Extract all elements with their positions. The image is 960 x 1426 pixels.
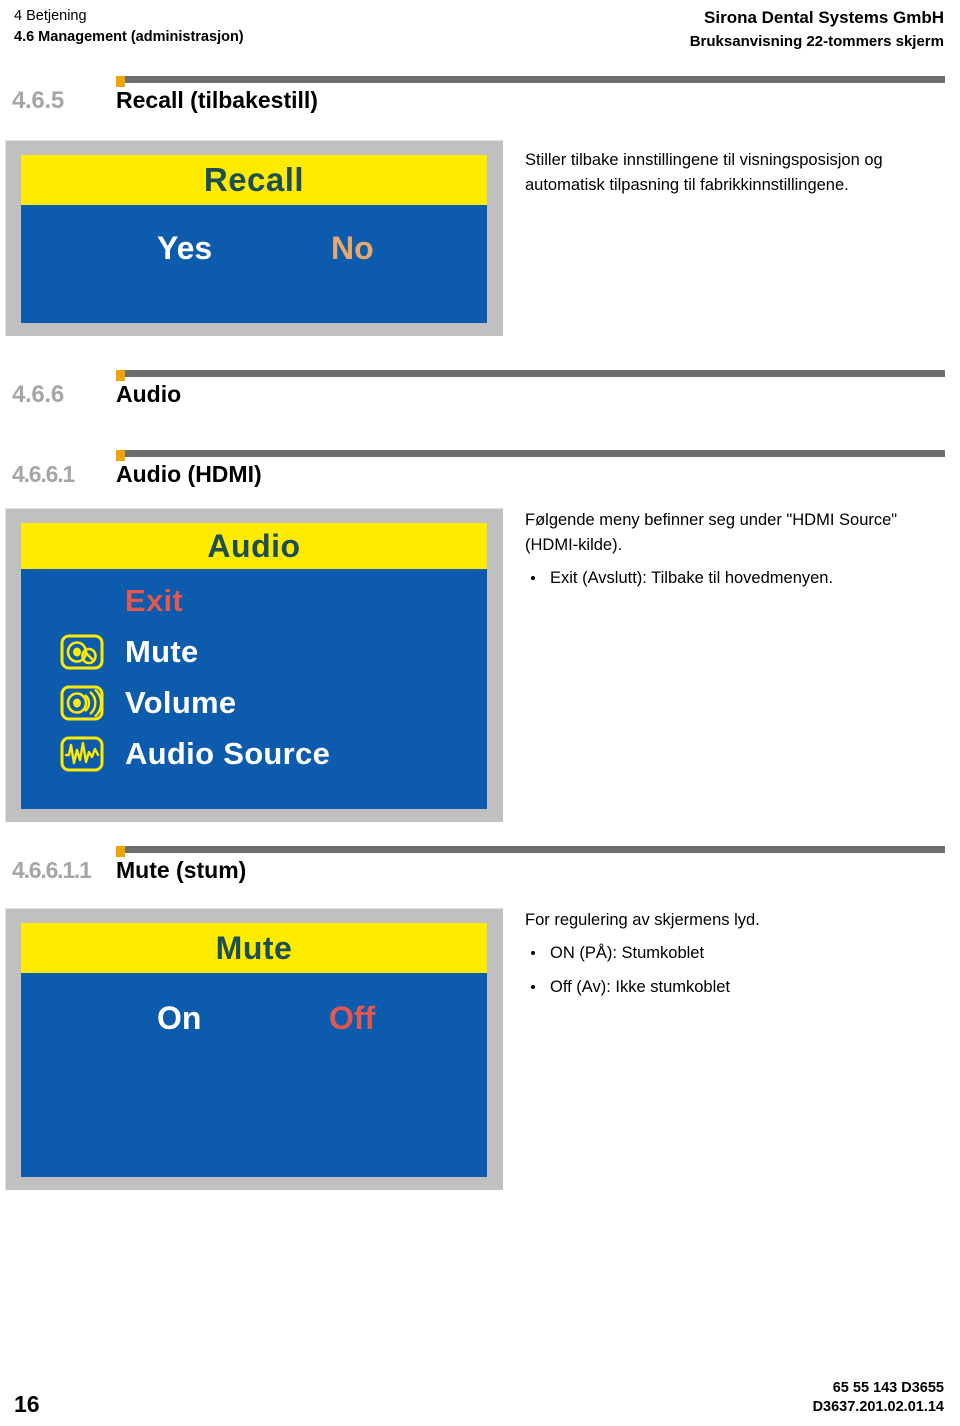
screenshot-audio-menu: Audio Exit Mute Volume Audio Source [5,508,503,822]
heading-marker-icon [116,846,125,857]
header-left: 4 Betjening 4.6 Management (administrasj… [14,6,244,48]
heading-rule [116,370,945,377]
bullet-list-audio-hdmi: Exit (Avslutt): Tilbake til hovedmenyen. [525,566,945,591]
heading-marker-icon [116,450,125,461]
heading-title: Audio (HDMI) [116,461,262,487]
waveform-icon [51,736,113,772]
osd-option-yes: Yes [157,230,213,266]
heading-audio-hdmi: 4.6.6.1 Audio (HDMI) [0,450,960,494]
header-company: Sirona Dental Systems GmbH [704,8,944,27]
list-item: Off (Av): Ikke stumkoblet [525,975,945,1000]
osd-body-audio: Exit Mute Volume Audio Source [21,569,487,779]
text-audio-hdmi: Følgende meny befinner seg under "HDMI S… [525,508,945,600]
osd-title-mute: Mute [21,923,487,973]
osd-menu-label-mute: Mute [125,633,199,669]
footer-order-number: 65 55 143 D3655 [832,1379,944,1396]
osd-option-on: On [157,1000,202,1036]
heading-title: Recall (tilbakestill) [116,87,318,113]
osd-screen-recall: Recall Yes No [21,155,487,323]
heading-mute: 4.6.6.1.1 Mute (stum) [0,846,960,890]
bullet-list-mute: ON (PÅ): Stumkoblet Off (Av): Ikke stumk… [525,941,945,1000]
list-item: ON (PÅ): Stumkoblet [525,941,945,966]
osd-menu-label-volume: Volume [125,684,237,720]
list-item: Exit (Avslutt): Tilbake til hovedmenyen. [525,566,945,591]
text-mute-paragraph: For regulering av skjermens lyd. [525,911,760,929]
heading-number: 4.6.6.1 [12,461,75,487]
header-document-title: Bruksanvisning 22-tommers skjerm [689,32,944,50]
footer-right: 65 55 143 D3655 D3637.201.02.01.14 [813,1379,944,1418]
heading-title: Mute (stum) [116,857,247,883]
footer-document-number: D3637.201.02.01.14 [812,1399,944,1416]
osd-title-audio: Audio [21,523,487,569]
heading-rule [116,846,945,853]
heading-recall: 4.6.5 Recall (tilbakestill) [0,76,960,120]
heading-marker-icon [116,370,125,381]
heading-number: 4.6.6.1.1 [12,857,92,883]
osd-screen-audio: Audio Exit Mute Volume Audio Source [21,523,487,809]
header-subchapter: 4.6 Management (administrasjon) [14,29,244,46]
osd-option-no: No [331,230,374,266]
text-mute: For regulering av skjermens lyd. ON (PÅ)… [525,908,945,1009]
volume-icon [51,685,113,721]
osd-menu-label-exit: Exit [125,582,184,618]
page-footer: 16 65 55 143 D3655 D3637.201.02.01.14 [0,1356,960,1426]
text-audio-hdmi-paragraph: Følgende meny befinner seg under "HDMI S… [525,511,898,555]
osd-menu-item-volume[interactable]: Volume [21,677,487,728]
osd-menu-item-mute[interactable]: Mute [21,626,487,677]
osd-menu-item-exit[interactable]: Exit [21,575,487,626]
text-recall-paragraph: Stiller tilbake innstillingene til visni… [525,151,883,195]
heading-audio: 4.6.6 Audio [0,370,960,414]
section-mute: 4.6.6.1.1 Mute (stum) [0,846,960,890]
screenshot-recall-dialog: Recall Yes No [5,140,503,336]
section-audio-hdmi: 4.6.6.1 Audio (HDMI) [0,450,960,494]
heading-number: 4.6.5 [12,87,64,114]
page-header: 4 Betjening 4.6 Management (administrasj… [0,0,960,58]
heading-rule [116,450,945,457]
page-number: 16 [14,1391,40,1417]
section-audio: 4.6.6 Audio [0,370,960,414]
header-right: Sirona Dental Systems GmbH Bruksanvisnin… [690,6,944,52]
osd-title-recall: Recall [21,155,487,205]
text-recall: Stiller tilbake innstillingene til visni… [525,148,945,206]
mute-icon [51,634,113,670]
osd-menu-item-audio-source[interactable]: Audio Source [21,728,487,779]
osd-screen-mute: Mute On Off [21,923,487,1177]
heading-rule [116,76,945,83]
header-chapter: 4 Betjening [14,8,87,24]
screenshot-mute-dialog: Mute On Off [5,908,503,1190]
osd-menu-list: Exit Mute Volume Audio Source [21,569,487,779]
osd-menu-label-audio-source: Audio Source [125,735,331,771]
heading-number: 4.6.6 [12,381,64,408]
osd-option-off: Off [329,1000,376,1036]
heading-title: Audio [116,381,182,407]
section-recall: 4.6.5 Recall (tilbakestill) [0,76,960,120]
heading-marker-icon [116,76,125,87]
